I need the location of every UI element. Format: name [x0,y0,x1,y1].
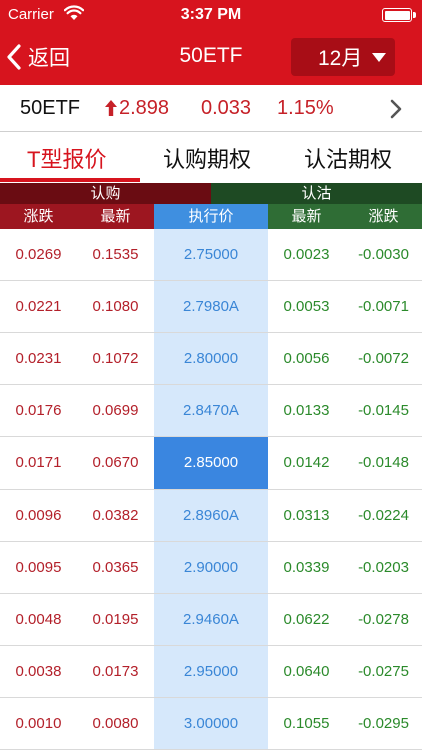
table-row[interactable]: 0.0221 0.1080 2.7980A 0.0053 -0.0071 [0,281,422,333]
status-time: 3:37 PM [180,6,242,23]
call-change-cell: 0.0095 [15,558,62,576]
put-change-cell: -0.0030 [358,246,409,263]
strike-cell: 2.75000 [183,246,239,263]
call-change-cell: 0.0010 [15,714,62,732]
put-change-cell: -0.0072 [358,350,409,368]
strike-cell: 2.80000 [183,350,239,368]
strike-cell: 2.95000 [183,662,239,680]
table-row[interactable]: 0.0269 0.1535 2.75000 0.0023 -0.0030 [0,229,422,281]
col-call-change[interactable]: 涨跌 [0,204,77,229]
put-last-cell: 0.0133 [283,402,330,420]
strike-cell: 2.8470A [183,402,239,420]
table-row[interactable]: 0.0231 0.1072 2.80000 0.0056 -0.0072 [0,333,422,385]
call-change-cell: 0.0269 [15,246,62,263]
chevron-right-icon[interactable] [388,98,404,120]
col-put-change[interactable]: 涨跌 [345,204,422,229]
put-last-cell: 0.1055 [283,714,330,732]
put-last-cell: 0.0023 [283,246,330,263]
call-change-cell: 0.0096 [15,506,62,524]
call-change-cell: 0.0176 [15,402,62,420]
call-last-cell: 0.0670 [92,454,139,472]
table-row[interactable]: 0.0038 0.0173 2.95000 0.0640 -0.0275 [0,646,422,698]
put-change-cell: -0.0224 [358,506,409,524]
table-row[interactable]: 0.0096 0.0382 2.8960A 0.0313 -0.0224 [0,490,422,542]
call-last-cell: 0.0699 [92,402,139,420]
put-last-cell: 0.0622 [283,610,330,628]
call-change-cell: 0.0048 [15,610,62,628]
table-row[interactable]: 0.0010 0.0080 3.00000 0.1055 -0.0295 [0,698,422,750]
call-last-cell: 0.0173 [92,662,139,680]
col-put-last[interactable]: 最新 [268,204,345,229]
nav-bar: 返回 50ETF 12月 [0,30,422,85]
put-change-cell: -0.0295 [358,714,409,732]
tab-put-options[interactable]: 认沽期权 [304,142,392,174]
strike-cell: 2.9460A [183,610,239,628]
strike-cell: 2.90000 [183,558,239,576]
call-change-cell: 0.0231 [15,350,62,368]
strike-cell: 2.7980A [183,298,239,316]
group-header: 认购 认沽 [0,183,422,204]
month-label: 12月 [318,47,363,70]
battery-icon [382,8,416,22]
call-last-cell: 0.0195 [92,610,139,628]
tab-active-indicator [0,178,140,182]
put-last-cell: 0.0339 [283,558,330,576]
tab-t-quote[interactable]: T型报价 [27,142,106,174]
put-change-cell: -0.0148 [358,454,409,472]
call-last-cell: 0.0382 [92,506,139,524]
put-group-label: 认沽 [211,183,422,204]
put-last-cell: 0.0142 [283,454,330,472]
put-last-cell: 0.0640 [283,662,330,680]
strike-cell: 2.85000 [154,437,268,490]
call-last-cell: 0.1072 [92,350,139,368]
strike-cell: 3.00000 [183,714,239,732]
quote-symbol: 50ETF [20,97,81,119]
put-change-cell: -0.0145 [358,402,409,420]
call-change-cell: 0.0221 [15,298,62,316]
tab-call-options[interactable]: 认购期权 [163,142,251,174]
caret-down-icon [372,53,386,62]
strike-cell: 2.8960A [183,506,239,524]
quote-price: 2.898 [119,97,170,119]
col-strike[interactable]: 执行价 [154,204,268,229]
put-change-cell: -0.0275 [358,662,409,680]
arrow-up-icon [105,100,117,116]
quote-change-pct: 1.15% [277,97,334,119]
call-change-cell: 0.0038 [15,662,62,680]
put-last-cell: 0.0313 [283,506,330,524]
column-header: 涨跌 最新 执行价 最新 涨跌 [0,204,422,229]
status-bar: Carrier 3:37 PM [0,0,422,30]
table-row[interactable]: 0.0171 0.0670 2.85000 0.0142 -0.0148 [0,437,422,490]
call-change-cell: 0.0171 [15,454,62,472]
call-last-cell: 0.0080 [92,714,139,732]
tab-bar: T型报价 认购期权 认沽期权 [0,132,422,183]
quote-bar[interactable]: 50ETF 2.898 0.033 1.15% [0,85,422,132]
put-last-cell: 0.0053 [283,298,330,316]
header: Carrier 3:37 PM 返回 50ETF 12月 [0,0,422,85]
put-change-cell: -0.0203 [358,558,409,576]
call-group-label: 认购 [0,183,211,204]
col-call-last[interactable]: 最新 [77,204,154,229]
month-selector[interactable]: 12月 [291,38,395,76]
table-row[interactable]: 0.0095 0.0365 2.90000 0.0339 -0.0203 [0,542,422,594]
quote-change: 0.033 [201,97,252,119]
put-change-cell: -0.0278 [358,610,409,628]
put-change-cell: -0.0071 [358,298,409,316]
call-last-cell: 0.0365 [92,558,139,576]
put-last-cell: 0.0056 [283,350,330,368]
call-last-cell: 0.1535 [92,246,139,263]
table-row[interactable]: 0.0048 0.0195 2.9460A 0.0622 -0.0278 [0,594,422,646]
table-row[interactable]: 0.0176 0.0699 2.8470A 0.0133 -0.0145 [0,385,422,437]
call-last-cell: 0.1080 [92,298,139,316]
